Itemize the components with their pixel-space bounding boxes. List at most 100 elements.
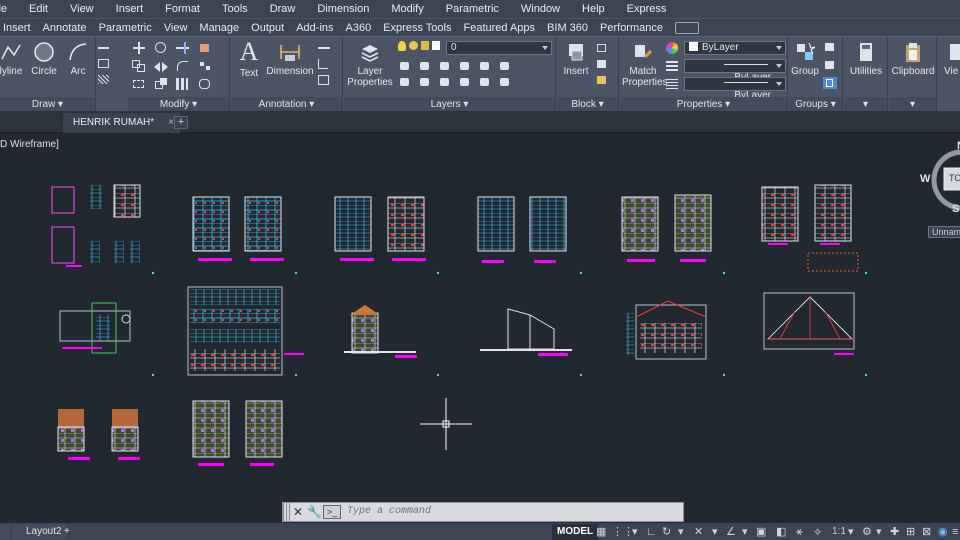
transparency-icon[interactable]: ◧ (776, 526, 786, 538)
workspace-gear-icon[interactable]: ⚙ (862, 526, 872, 538)
hardware-acceleration-icon[interactable]: ◉ (938, 526, 948, 538)
color-dropdown[interactable]: ByLayer (684, 41, 786, 55)
drawing-canvas[interactable]: D Wireframe] W S TO Unnam (0, 133, 960, 521)
edit-block-icon[interactable] (595, 58, 609, 70)
layer-tool-5-icon[interactable] (478, 60, 492, 72)
menu-item-express[interactable]: Express (616, 3, 678, 15)
view-button[interactable]: Vie (944, 41, 960, 77)
menu-item-help[interactable]: Help (571, 3, 616, 15)
layer-tool-12-icon[interactable] (498, 76, 512, 88)
customize-wrench-icon[interactable]: 🔧 (307, 505, 322, 519)
layout-tab-layout2[interactable]: Layout2 (12, 524, 66, 540)
layer-tool-9-icon[interactable] (438, 76, 452, 88)
scale-icon[interactable] (154, 78, 168, 90)
ribbon-tab-bim-360[interactable]: BIM 360 (541, 19, 594, 37)
group-edit-icon[interactable] (823, 59, 837, 71)
group-button[interactable]: Group (790, 41, 820, 77)
layer-lock-icon[interactable] (421, 41, 429, 50)
layer-freeze-sun-icon[interactable] (409, 41, 418, 50)
stretch-icon[interactable] (132, 78, 146, 90)
offset-icon[interactable] (198, 78, 212, 90)
layer-properties-button[interactable]: Layer Properties (346, 41, 394, 88)
clipboard-button[interactable]: Clipboard (889, 41, 937, 77)
ucs-dropdown[interactable]: Unname (928, 226, 960, 238)
object-snap-dropdown-icon[interactable]: ▾ (742, 526, 748, 538)
new-tab-button[interactable]: + (174, 116, 188, 129)
leader-icon[interactable] (317, 58, 331, 70)
linetype-dropdown[interactable]: ByLayer (684, 59, 786, 83)
layer-tool-4-icon[interactable] (458, 60, 472, 72)
add-scale-icon[interactable]: ✚ (890, 526, 899, 538)
polyline-button[interactable]: lyline (0, 41, 28, 77)
layer-tool-3-icon[interactable] (438, 60, 452, 72)
color-wheel-icon[interactable] (666, 42, 678, 54)
annotation-scale[interactable]: 1:1 (832, 526, 846, 538)
hatch-icon[interactable] (97, 74, 111, 86)
layer-on-bulb-icon[interactable] (398, 41, 406, 51)
clipboard-expand[interactable]: ▾ (889, 97, 936, 112)
menu-item-dimension[interactable]: Dimension (306, 3, 380, 15)
explode-icon[interactable] (198, 60, 212, 72)
menu-item-insert[interactable]: Insert (105, 3, 155, 15)
selection-cycling-icon[interactable]: ⚹ (796, 526, 803, 538)
menu-item-draw[interactable]: Draw (259, 3, 307, 15)
viewcube-top-face[interactable]: TO (949, 173, 960, 183)
mirror-icon[interactable] (154, 60, 168, 72)
ribbon-tab-featured-apps[interactable]: Featured Apps (457, 19, 541, 37)
ribbon-tab-annotate[interactable]: Annotate (37, 19, 93, 37)
viewcube[interactable]: N W S TO (920, 140, 960, 215)
layer-tool-8-icon[interactable] (418, 76, 432, 88)
linear-dimension-icon[interactable] (317, 42, 331, 54)
layer-tool-2-icon[interactable] (418, 60, 432, 72)
viewcube-west-label[interactable]: W (920, 173, 930, 185)
ortho-icon[interactable]: ∟ (646, 526, 657, 538)
annotation-scale-dropdown-icon[interactable]: ▾ (848, 526, 854, 538)
menu-item-format[interactable]: Format (154, 3, 211, 15)
dimension-button[interactable]: Dimension (265, 41, 315, 77)
ribbon-tab-parametric[interactable]: Parametric (93, 19, 158, 37)
annotation-visibility-icon[interactable]: ⟡ (814, 526, 821, 538)
fillet-icon[interactable] (176, 60, 190, 72)
insert-block-button[interactable]: Insert (559, 41, 593, 77)
move-icon[interactable] (132, 42, 146, 54)
group-selection-icon[interactable] (823, 77, 837, 89)
utilities-button[interactable]: Utilities (846, 41, 886, 77)
menu-item-view[interactable]: View (59, 3, 105, 15)
viewcube-south-label[interactable]: S (952, 203, 959, 215)
layer-dropdown[interactable]: 0 (446, 41, 552, 55)
utilities-expand[interactable]: ▾ (844, 97, 887, 112)
polar-dropdown-icon[interactable]: ▾ (678, 526, 684, 538)
ungroup-icon[interactable] (823, 41, 837, 53)
layer-tool-1-icon[interactable] (398, 60, 412, 72)
workspace-dropdown-icon[interactable]: ▾ (876, 526, 882, 538)
text-button[interactable]: A Text (235, 39, 263, 80)
properties-panel-label[interactable]: Properties ▾ (620, 97, 787, 112)
draw-panel-label[interactable]: Draw ▾ (0, 97, 95, 112)
layers-panel-label[interactable]: Layers ▾ (344, 97, 555, 112)
ribbon-tab-add-ins[interactable]: Add-ins (290, 19, 339, 37)
layout-tab-prev[interactable] (0, 524, 10, 540)
table-icon[interactable] (317, 74, 331, 86)
groups-panel-label[interactable]: Groups ▾ (789, 97, 842, 112)
ribbon-tab-performance[interactable]: Performance (594, 19, 669, 37)
layer-tool-6-icon[interactable] (498, 60, 512, 72)
modify-panel-label[interactable]: Modify ▾ (128, 97, 229, 112)
rectangle-icon[interactable] (97, 58, 111, 70)
snap-dropdown-icon[interactable]: ▾ (632, 526, 638, 538)
isolate-objects-icon[interactable]: ⊠ (922, 526, 931, 538)
copy-icon[interactable] (132, 60, 146, 72)
rotate-icon[interactable] (154, 42, 168, 54)
lineweight-toggle-icon[interactable]: ▣ (756, 526, 766, 538)
object-snap-tracking-icon[interactable]: ▾ (712, 526, 718, 538)
model-space-button[interactable]: MODEL (552, 524, 599, 540)
menu-item-edit[interactable]: Edit (18, 3, 59, 15)
menu-item-modify[interactable]: Modify (380, 3, 434, 15)
match-properties-button[interactable]: Match Properties (622, 41, 668, 88)
ribbon-tab-output[interactable]: Output (245, 19, 290, 37)
ribbon-tab-a360[interactable]: A360 (340, 19, 378, 37)
block-panel-label[interactable]: Block ▾ (557, 97, 618, 112)
menu-item-window[interactable]: Window (510, 3, 571, 15)
circle-button[interactable]: Circle (28, 41, 60, 77)
layer-tool-7-icon[interactable] (398, 76, 412, 88)
layer-tool-10-icon[interactable] (458, 76, 472, 88)
